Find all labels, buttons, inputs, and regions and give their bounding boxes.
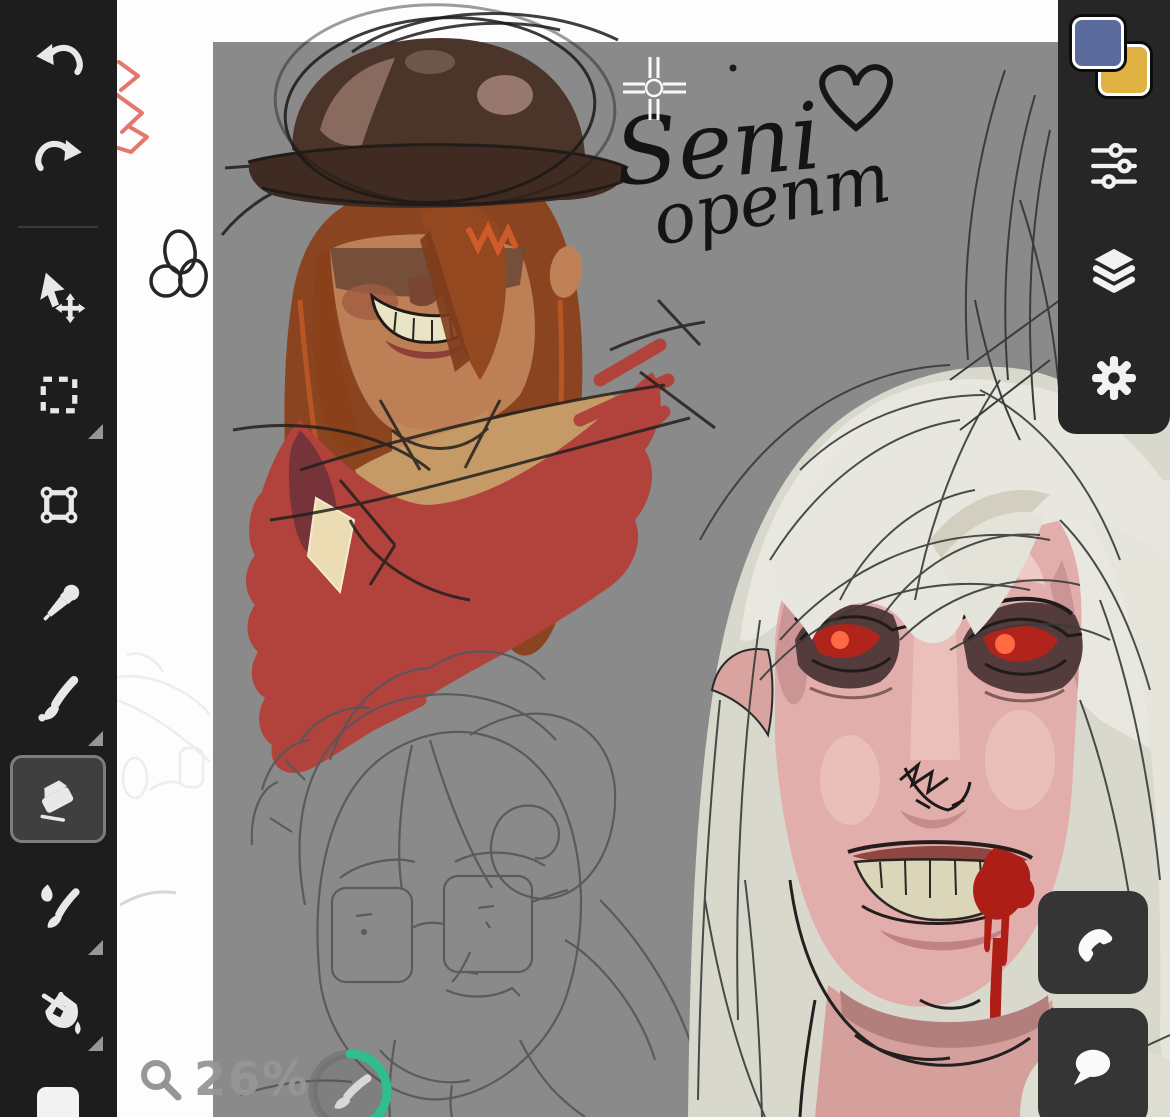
drawing-canvas[interactable]: Seni openm (0, 0, 1170, 1117)
marquee-select-icon (31, 367, 87, 423)
magnifier-icon (136, 1055, 184, 1103)
toolbar-divider (18, 226, 98, 228)
eraser-icon (30, 771, 86, 827)
marquee-select-button[interactable] (0, 360, 117, 430)
chat-bubble-icon (1064, 1038, 1122, 1096)
adjustments-button[interactable] (1088, 140, 1140, 192)
settings-button[interactable] (1088, 352, 1140, 404)
voice-call-button[interactable] (1038, 891, 1148, 994)
fill-bucket-icon (29, 980, 89, 1040)
blend-flyout-indicator (88, 940, 103, 955)
move-tool-button[interactable] (0, 262, 117, 332)
sliders-icon (1088, 140, 1140, 192)
paintbrush-icon (29, 669, 89, 729)
right-panel (1058, 0, 1170, 434)
marquee-flyout-indicator (88, 424, 103, 439)
blend-brush-button[interactable] (0, 872, 117, 942)
undo-icon (31, 30, 87, 86)
fill-bucket-button[interactable] (0, 975, 117, 1045)
blend-brush-icon (29, 877, 89, 937)
paintbrush-button[interactable] (0, 664, 117, 734)
eyedropper-icon (31, 577, 87, 633)
layers-button[interactable] (1088, 244, 1140, 296)
redo-button[interactable] (0, 120, 117, 188)
transform-tool-button[interactable] (0, 470, 117, 540)
gear-icon (1088, 352, 1140, 404)
eyedropper-button[interactable] (0, 572, 117, 638)
zoom-level-label: 26% (194, 1052, 310, 1106)
left-toolbar (0, 0, 117, 1117)
transform-icon (31, 477, 87, 533)
fill-flyout-indicator (88, 1036, 103, 1051)
paintbrush-flyout-indicator (88, 731, 103, 746)
phone-icon (1064, 914, 1122, 972)
move-tool-icon (29, 267, 89, 327)
primary-color-swatch[interactable] (1072, 17, 1124, 69)
chat-button[interactable] (1038, 1008, 1148, 1117)
brush-size-indicator[interactable] (305, 1046, 395, 1117)
current-color-swatch[interactable] (37, 1087, 79, 1117)
redo-icon (31, 126, 87, 182)
layers-icon (1088, 244, 1140, 296)
eraser-button-selected[interactable] (10, 755, 106, 843)
zoom-indicator: 26% (136, 1052, 310, 1106)
undo-button[interactable] (0, 24, 117, 92)
app-window: { "canvas": { "background_color": "#8a8a… (0, 0, 1170, 1117)
